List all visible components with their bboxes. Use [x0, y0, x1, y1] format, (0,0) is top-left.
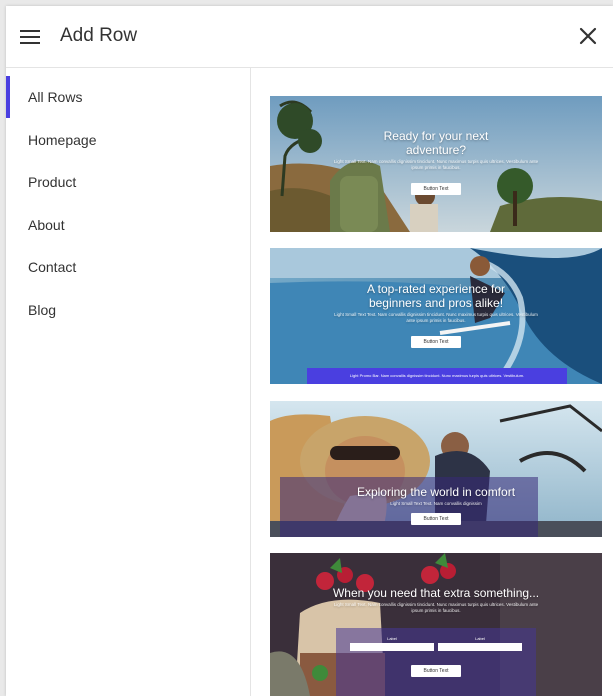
sidebar-item-all-rows[interactable]: All Rows: [6, 76, 250, 119]
add-row-panel: Add Row All Rows Homepage Product About …: [6, 6, 613, 696]
row-template-road-trip[interactable]: Exploring the world in comfort Light Sma…: [270, 401, 602, 537]
row-subtext: Light Small Text. Nam convallis dignissi…: [333, 159, 539, 170]
row-button: Button Text: [411, 513, 461, 525]
form-field-2: [438, 643, 522, 651]
sidebar-item-about[interactable]: About: [6, 204, 250, 247]
hamburger-menu-icon[interactable]: [20, 28, 42, 46]
panel-title: Add Row: [60, 25, 138, 46]
row-button: Button Text: [411, 183, 461, 195]
row-headline: A top-rated experience for: [366, 282, 506, 296]
form-field-label-1: Label: [387, 636, 397, 641]
row-subtext: Light Small Text Text. Nam convallis dig…: [390, 501, 482, 506]
row-template-surf[interactable]: A top-rated experience for beginners and…: [270, 248, 602, 384]
row-headline: Exploring the world in comfort: [356, 485, 516, 499]
category-sidebar: All Rows Homepage Product About Contact …: [6, 68, 251, 696]
panel-header: Add Row: [6, 6, 613, 68]
row-headline: Ready for your next: [383, 129, 489, 143]
row-headline-line-2: adventure?: [405, 143, 467, 157]
row-subtext: Light Small Text. Nam convallis dignissi…: [333, 602, 539, 613]
form-field-label-2: Label: [475, 636, 485, 641]
row-promo-bar: Light Promo Bar. Nam convallis dignissim…: [307, 368, 567, 384]
row-template-dessert-form[interactable]: When you need that extra something... Li…: [270, 553, 602, 696]
row-template-adventure[interactable]: Ready for your next adventure? Light Sma…: [270, 96, 602, 232]
row-subtext: Light Small Text Text. Nam convallis dig…: [334, 312, 538, 323]
form-field-1: [350, 643, 434, 651]
row-headline: When you need that extra something...: [332, 586, 540, 600]
sidebar-item-product[interactable]: Product: [6, 161, 250, 204]
row-button: Button Text: [411, 336, 461, 348]
sidebar-item-contact[interactable]: Contact: [6, 246, 250, 289]
row-template-list: Ready for your next adventure? Light Sma…: [251, 68, 613, 696]
close-icon[interactable]: [577, 25, 599, 47]
row-button: Button Text: [411, 665, 461, 677]
sidebar-item-homepage[interactable]: Homepage: [6, 119, 250, 162]
row-headline-line-2: beginners and pros alike!: [368, 296, 504, 310]
sidebar-item-blog[interactable]: Blog: [6, 289, 250, 332]
